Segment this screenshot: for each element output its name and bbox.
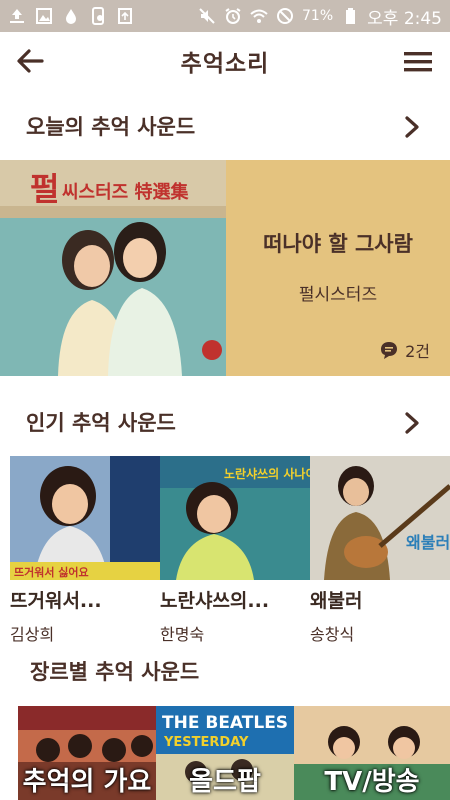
album-cover[interactable]: 왜불러	[310, 456, 450, 580]
cover-caption: 노란샤쓰의 사나이	[224, 466, 310, 481]
comment-count-label: 2건	[405, 342, 430, 361]
chevron-right-icon[interactable]	[404, 116, 420, 138]
song-title[interactable]: 노란샤쓰의...	[160, 586, 310, 613]
chevron-right-icon[interactable]	[404, 412, 420, 434]
recycle-icon	[116, 7, 134, 25]
artist-name: 송창식	[310, 625, 355, 644]
album-cover[interactable]: 펄 씨스터즈 特選集	[0, 160, 226, 376]
artist-name: 펄시스터즈	[298, 285, 378, 305]
mute-icon	[198, 7, 216, 25]
image-icon	[35, 7, 53, 25]
popular-list: 뜨거워서 싫어요 뜨거워서... 김상희 노란샤쓰의 사나이 노란샤쓰의... …	[10, 456, 450, 646]
blocked-icon	[276, 7, 294, 25]
today-featured-card[interactable]: 펄 씨스터즈 特選集 떠나야 할 그사람 펄시스터즈 2건	[0, 160, 450, 376]
battery-percent: 71%	[302, 8, 334, 24]
list-item[interactable]: 노란샤쓰의 사나이 노란샤쓰의... 한명숙	[160, 456, 310, 645]
genre-card-kpop-classic[interactable]: 추억의 가요	[18, 706, 156, 800]
genre-label: 올드팝	[189, 767, 261, 797]
page-title: 추억소리	[180, 51, 270, 77]
cover-title-text: 펄	[30, 170, 59, 208]
cover-subtitle-text: 씨스터즈 特選集	[62, 181, 190, 203]
phone-sync-icon	[89, 7, 107, 25]
genre-card-tv[interactable]: TV/방송	[294, 706, 450, 800]
genre-list: 추억의 가요 THE BEATLES YESTERDAY 올드팝 TV/방송	[18, 706, 450, 800]
album-cover[interactable]: 뜨거워서 싫어요	[10, 456, 160, 580]
upload-icon	[8, 7, 26, 25]
genre-label: 추억의 가요	[22, 767, 152, 797]
cover-subcaption: YESTERDAY	[163, 735, 249, 750]
genre-section-header: 장르별 추억 사운드	[0, 651, 450, 691]
artist-name: 김상희	[10, 625, 55, 644]
battery-icon	[341, 7, 359, 25]
artist-name: 한명숙	[160, 625, 205, 644]
cover-caption: THE BEATLES	[162, 713, 288, 733]
today-section-header[interactable]: 오늘의 추억 사운드	[0, 106, 450, 146]
album-cover[interactable]: 노란샤쓰의 사나이	[160, 456, 310, 580]
genre-label: TV/방송	[324, 767, 420, 797]
arrow-left-icon[interactable]	[14, 46, 46, 76]
cover-caption: 뜨거워서 싫어요	[14, 565, 89, 579]
list-item[interactable]: 뜨거워서 싫어요 뜨거워서... 김상희	[10, 456, 160, 645]
section-title: 장르별 추억 사운드	[30, 660, 200, 684]
section-title: 오늘의 추억 사운드	[26, 115, 196, 139]
wifi-icon	[250, 7, 268, 25]
hamburger-menu-icon[interactable]	[402, 48, 434, 76]
alarm-icon	[224, 7, 242, 25]
clock: 오후 2:45	[367, 8, 442, 29]
cover-caption: 왜불러	[406, 533, 450, 552]
popular-section-header[interactable]: 인기 추억 사운드	[0, 402, 450, 442]
app-bar: 추억소리	[0, 32, 450, 90]
status-bar: 71% 오후 2:45	[0, 0, 450, 32]
song-title[interactable]: 뜨거워서...	[10, 586, 160, 613]
chat-bubble-icon	[381, 342, 398, 359]
genre-card-oldpop[interactable]: THE BEATLES YESTERDAY 올드팝	[156, 706, 294, 800]
list-item[interactable]: 왜불러 왜불러 송창식	[310, 456, 450, 645]
drop-icon	[62, 7, 80, 25]
comment-count[interactable]: 2건	[379, 338, 430, 362]
section-title: 인기 추억 사운드	[26, 411, 176, 435]
song-title[interactable]: 떠나야 할 그사람	[226, 228, 450, 258]
song-title[interactable]: 왜불러	[310, 586, 450, 613]
